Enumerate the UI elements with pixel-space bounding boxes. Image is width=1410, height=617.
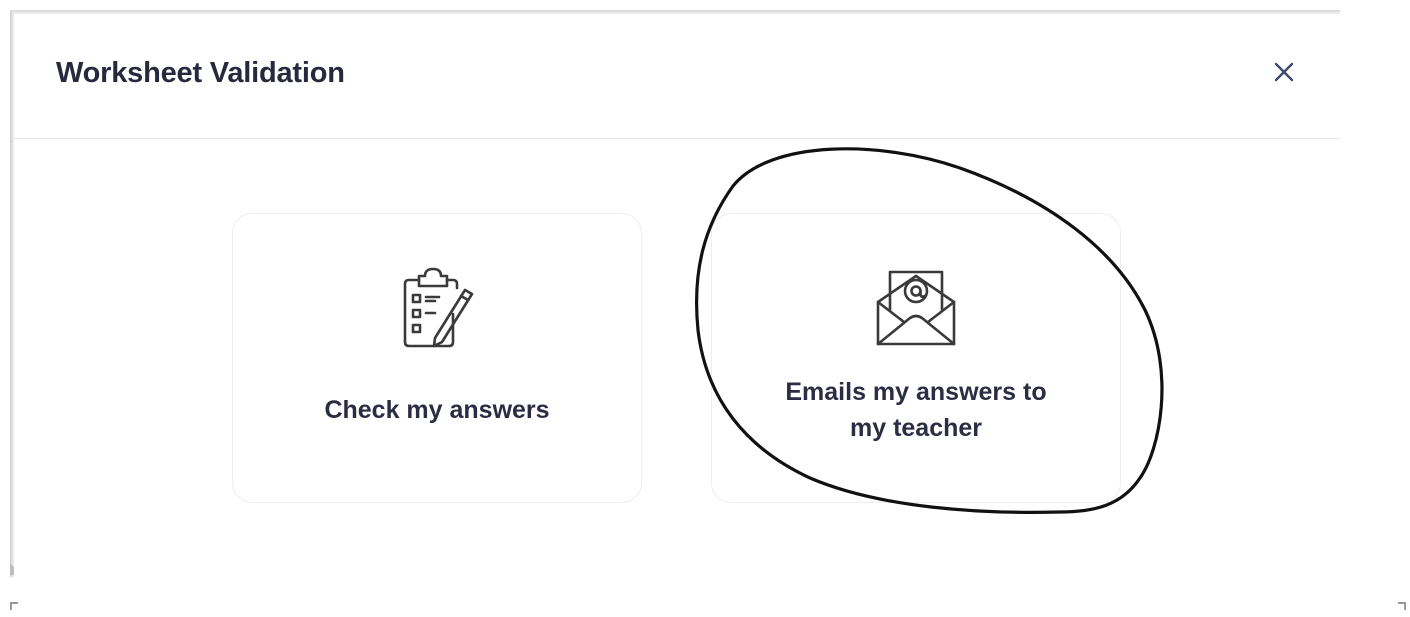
close-button[interactable]: [1266, 54, 1302, 90]
crop-tick-left: [10, 602, 18, 610]
email-envelope-icon: [876, 270, 956, 346]
clipboard-checklist-icon: [403, 267, 474, 348]
close-icon: [1274, 62, 1294, 82]
email-teacher-label: Emails my answers to my teacher: [785, 378, 1047, 442]
crop-tick-right: [1398, 602, 1406, 610]
dialog-header: Worksheet Validation: [14, 14, 1340, 139]
dialog-title: Worksheet Validation: [56, 57, 345, 89]
email-teacher-option[interactable]: Emails my answers to my teacher: [711, 213, 1121, 503]
check-answers-option[interactable]: Check my answers: [232, 213, 642, 503]
worksheet-validation-dialog: Worksheet Validation Check my answers Em…: [14, 14, 1340, 576]
check-answers-label: Check my answers: [324, 396, 550, 424]
